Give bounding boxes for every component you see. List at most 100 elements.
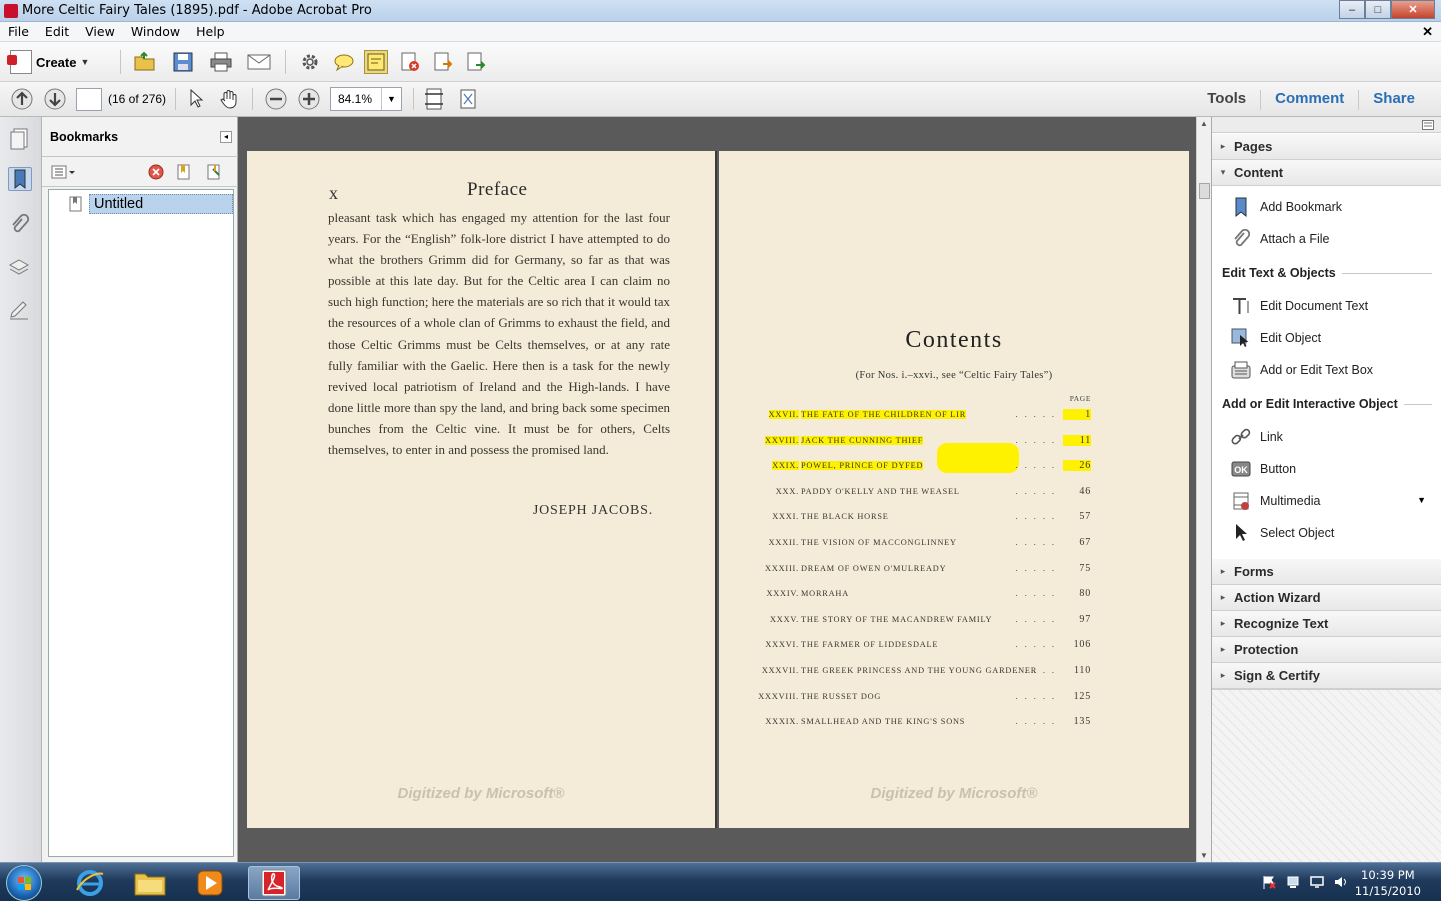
fit-width-button[interactable] <box>422 87 446 111</box>
page-thumbnails-button[interactable] <box>8 127 32 151</box>
menu-file[interactable]: File <box>0 24 37 39</box>
arrow-down-circle-icon <box>44 88 66 110</box>
title-bar: More Celtic Fairy Tales (1895).pdf - Ado… <box>0 0 1441 22</box>
export-button[interactable] <box>431 50 455 74</box>
monitor-tray-icon[interactable] <box>1310 875 1324 889</box>
taskbar-file-explorer[interactable] <box>124 866 176 900</box>
author-signature: JOSEPH JACOBS. <box>532 503 653 518</box>
close-document-button[interactable]: ✕ <box>1422 24 1433 40</box>
menu-help[interactable]: Help <box>188 24 233 39</box>
group-label: Edit Text & Objects <box>1222 266 1336 280</box>
menu-edit[interactable]: Edit <box>37 24 77 39</box>
main-toolbar: Create ▼ <box>0 42 1441 114</box>
taskbar-acrobat[interactable] <box>248 866 300 900</box>
tool-edit-object[interactable]: Edit Object <box>1212 324 1441 352</box>
bookmark-options-button[interactable] <box>50 160 78 184</box>
volume-tray-icon[interactable] <box>1334 875 1348 889</box>
tools-link[interactable]: Tools <box>1193 90 1260 110</box>
collapse-panel-button[interactable]: ◂ <box>220 131 232 143</box>
chevron-down-icon[interactable]: ▼ <box>1417 495 1426 505</box>
fit-page-button[interactable] <box>456 87 480 111</box>
hand-tool-button[interactable] <box>217 87 241 111</box>
select-tool-button[interactable] <box>185 87 209 111</box>
document-remove-icon <box>401 52 419 71</box>
tool-select-object[interactable]: Select Object <box>1212 519 1441 547</box>
bookmarks-panel-button[interactable] <box>8 167 32 191</box>
document-view[interactable]: x Preface pleasant task which has engage… <box>238 117 1196 862</box>
close-button[interactable]: ✕ <box>1391 0 1435 19</box>
tool-add-bookmark[interactable]: Add Bookmark <box>1212 193 1441 221</box>
zoom-level-select[interactable]: 84.1% ▼ <box>330 87 402 111</box>
bookmark-item[interactable]: Untitled <box>69 194 233 214</box>
toc-entry: XXX. PADDY O'KELLY AND THE WEASEL..... 46 <box>741 484 1091 502</box>
print-button[interactable] <box>209 50 233 74</box>
minimize-button[interactable]: – <box>1339 0 1365 19</box>
delete-bookmark-button[interactable] <box>144 160 168 184</box>
taskbar-media-player[interactable] <box>184 866 236 900</box>
clock-time: 10:39 PM <box>1361 868 1415 882</box>
section-pages-label: Pages <box>1234 139 1273 154</box>
comment-link[interactable]: Comment <box>1261 90 1358 110</box>
next-page-button[interactable] <box>43 87 67 111</box>
menu-view[interactable]: View <box>77 24 123 39</box>
taskbar-internet-explorer[interactable] <box>64 866 116 900</box>
tool-button[interactable]: OK Button <box>1212 455 1441 483</box>
chevron-down-icon[interactable]: ▼ <box>381 88 401 110</box>
settings-button[interactable] <box>298 50 322 74</box>
pane-options-icon[interactable] <box>1422 120 1434 130</box>
tools-pane: ▸ Pages ▾ Content Add Bookmark Attach a … <box>1211 117 1441 862</box>
section-forms[interactable]: ▸ Forms <box>1212 559 1441 585</box>
tool-attach-file[interactable]: Attach a File <box>1212 225 1441 253</box>
section-pages[interactable]: ▸ Pages <box>1212 134 1441 160</box>
toolbar-divider <box>175 88 176 110</box>
maximize-button[interactable]: □ <box>1365 0 1391 19</box>
scrollbar-thumb[interactable] <box>1199 183 1210 199</box>
section-action-wizard[interactable]: ▸ Action Wizard <box>1212 585 1441 611</box>
media-player-icon <box>197 870 223 896</box>
redact-button[interactable] <box>398 50 422 74</box>
email-button[interactable] <box>247 50 271 74</box>
section-sign-certify[interactable]: ▸ Sign & Certify <box>1212 663 1441 689</box>
new-bookmark-button[interactable] <box>172 160 196 184</box>
attachments-button[interactable] <box>8 213 32 238</box>
cursor-arrow-icon <box>1230 522 1252 544</box>
flag-tray-icon[interactable] <box>1262 875 1276 889</box>
page-number-input[interactable] <box>76 88 102 111</box>
previous-page-button[interactable] <box>10 87 34 111</box>
open-folder-button[interactable] <box>133 50 157 74</box>
scroll-down-arrow-icon[interactable]: ▼ <box>1200 851 1208 860</box>
signatures-button[interactable] <box>8 299 32 323</box>
combine-button[interactable] <box>464 50 488 74</box>
save-button[interactable] <box>171 50 195 74</box>
digitized-watermark: Digitized by Microsoft® <box>870 785 1038 802</box>
tool-multimedia[interactable]: Multimedia ▼ <box>1212 487 1441 515</box>
start-button[interactable] <box>6 865 42 901</box>
section-recognize-text[interactable]: ▸ Recognize Text <box>1212 611 1441 637</box>
group-label: Add or Edit Interactive Object <box>1222 397 1398 411</box>
toc-entry-title: THE FATE OF THE CHILDREN OF LIR <box>801 410 967 419</box>
layers-icon <box>8 259 30 275</box>
toc-leader-dots: ..... <box>1015 614 1061 624</box>
menu-window[interactable]: Window <box>123 24 188 39</box>
scroll-up-arrow-icon[interactable]: ▲ <box>1200 119 1208 128</box>
tool-link[interactable]: Link <box>1212 423 1441 451</box>
layers-button[interactable] <box>8 257 32 281</box>
zoom-out-button[interactable] <box>264 87 288 111</box>
toc-entry-page: 80 <box>1079 588 1091 600</box>
tools-pane-strip <box>1212 117 1441 133</box>
bookmark-from-structure-button[interactable] <box>202 160 226 184</box>
network-tray-icon[interactable] <box>1286 875 1300 889</box>
vertical-scrollbar[interactable]: ▲ ▼ <box>1196 117 1211 862</box>
tool-add-edit-text-box[interactable]: Add or Edit Text Box <box>1212 356 1441 384</box>
section-content[interactable]: ▾ Content <box>1212 160 1441 186</box>
section-protection[interactable]: ▸ Protection <box>1212 637 1441 663</box>
internet-explorer-icon <box>76 870 104 896</box>
zoom-in-button[interactable] <box>297 87 321 111</box>
system-clock[interactable]: 10:39 PM 11/15/2010 <box>1355 867 1421 899</box>
comment-button[interactable] <box>332 50 356 74</box>
tool-edit-document-text[interactable]: Edit Document Text <box>1212 292 1441 320</box>
highlight-button[interactable] <box>364 50 388 74</box>
toolbar-divider <box>413 88 414 110</box>
create-button[interactable]: Create ▼ <box>7 49 89 75</box>
share-link[interactable]: Share <box>1359 90 1429 110</box>
